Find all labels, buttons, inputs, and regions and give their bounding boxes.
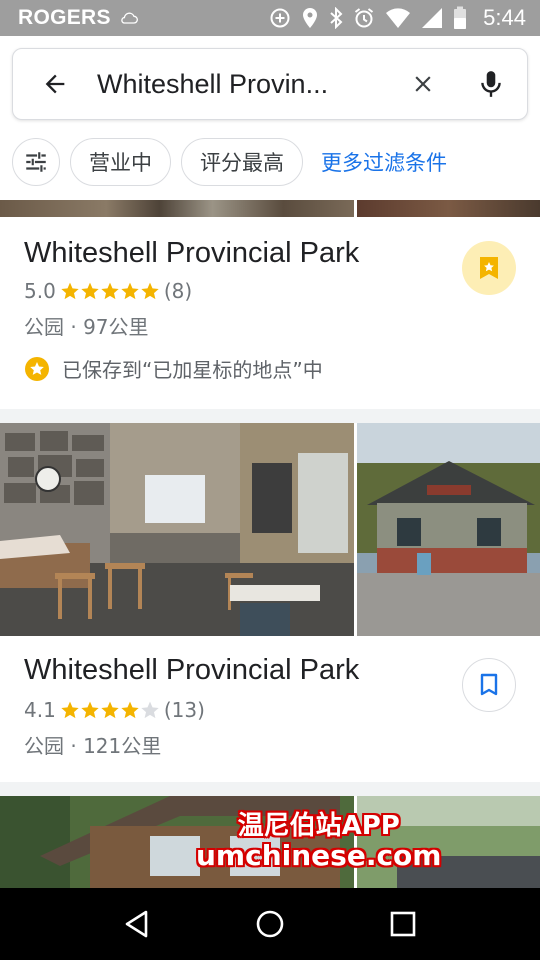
- card-divider: [0, 782, 540, 796]
- home-circle-icon: [256, 910, 284, 938]
- rating-row: 4.1 (13): [24, 698, 205, 722]
- watermark-line2: umchinese.com: [196, 838, 442, 872]
- place-title[interactable]: Whiteshell Provincial Park: [24, 237, 359, 270]
- search-header: Whiteshell Provin... 营业中 评分最高 更多过滤条件: [0, 36, 540, 200]
- result-card[interactable]: Whiteshell Provincial Park 5.0 (8) 公园 · …: [0, 217, 540, 409]
- filter-chip-top-rated[interactable]: 评分最高: [181, 138, 303, 186]
- navigation-bar: [0, 888, 540, 960]
- bluetooth-icon: [330, 7, 343, 29]
- place-title[interactable]: Whiteshell Provincial Park: [24, 654, 359, 687]
- star-full-icon: [141, 282, 159, 300]
- filter-chips: 营业中 评分最高 更多过滤条件: [12, 138, 447, 186]
- category-distance: 公园 · 97公里: [24, 315, 149, 339]
- review-count: (13): [163, 698, 205, 722]
- back-button[interactable]: [13, 48, 97, 120]
- star-full-icon: [81, 282, 99, 300]
- result-photo[interactable]: [357, 200, 540, 217]
- clock: 5:44: [483, 5, 526, 30]
- result-photo-strip[interactable]: [0, 423, 540, 636]
- result-photo-interior[interactable]: [0, 423, 354, 636]
- star-full-icon: [61, 701, 79, 719]
- mic-icon: [481, 71, 501, 97]
- rating-value: 4.1: [24, 698, 56, 722]
- star-rating: [60, 281, 160, 301]
- sliders-icon: [26, 152, 46, 172]
- star-full-icon: [61, 282, 79, 300]
- starred-bookmark-icon: [480, 257, 498, 279]
- star-full-icon: [121, 282, 139, 300]
- star-empty-icon: [141, 701, 159, 719]
- saved-text: 已保存到“已加星标的地点”中: [62, 358, 323, 382]
- star-full-icon: [121, 701, 139, 719]
- nav-home-button[interactable]: [240, 894, 300, 954]
- photo-interior-image: [0, 423, 354, 636]
- star-full-icon: [101, 282, 119, 300]
- results-list[interactable]: Whiteshell Provincial Park 5.0 (8) 公园 · …: [0, 200, 540, 888]
- carrier-name: ROGERS: [18, 6, 111, 29]
- data-saver-icon: [270, 8, 290, 28]
- card-divider: [0, 409, 540, 423]
- watermark-line1: 温尼伯站APP: [237, 811, 400, 841]
- clear-search-button[interactable]: [391, 48, 455, 120]
- result-photo-strip-partial[interactable]: [0, 200, 540, 217]
- nav-recents-button[interactable]: [373, 894, 433, 954]
- rating-row: 5.0 (8): [24, 279, 192, 303]
- location-icon: [303, 8, 318, 28]
- rating-value: 5.0: [24, 279, 56, 303]
- search-input[interactable]: Whiteshell Provin...: [97, 69, 391, 100]
- cloud-icon: [121, 12, 138, 24]
- recents-square-icon: [391, 911, 416, 937]
- saved-star-button[interactable]: [462, 241, 516, 295]
- star-rating: [60, 700, 160, 720]
- photo-cabin-image: [357, 423, 540, 636]
- back-triangle-icon: [125, 910, 147, 938]
- signal-icon: [422, 8, 443, 28]
- arrow-left-icon: [45, 74, 65, 94]
- alarm-icon: [355, 8, 374, 28]
- result-card[interactable]: Whiteshell Provincial Park 4.1 (13) 公园 ·…: [0, 636, 540, 782]
- save-place-button[interactable]: [462, 658, 516, 712]
- review-count: (8): [163, 279, 193, 303]
- filter-settings-button[interactable]: [12, 138, 60, 186]
- result-photo[interactable]: [0, 200, 354, 217]
- more-filters-link[interactable]: 更多过滤条件: [321, 147, 447, 177]
- filter-chip-open-now[interactable]: 营业中: [70, 138, 171, 186]
- close-icon: [415, 76, 431, 92]
- wifi-icon: [386, 8, 411, 28]
- saved-list-indicator: 已保存到“已加星标的地点”中: [24, 354, 323, 383]
- watermark: 温尼伯站APP umchinese.com: [196, 812, 441, 871]
- star-circle-icon: [25, 356, 49, 381]
- search-box[interactable]: Whiteshell Provin...: [12, 48, 528, 120]
- star-full-icon: [81, 701, 99, 719]
- status-bar: ROGERS 5:44: [0, 0, 540, 36]
- battery-icon: [454, 6, 467, 29]
- result-photo-cabin[interactable]: [357, 423, 540, 636]
- voice-search-button[interactable]: [455, 48, 527, 120]
- nav-back-button[interactable]: [107, 894, 167, 954]
- star-full-icon: [101, 701, 119, 719]
- bookmark-icon: [480, 673, 498, 696]
- category-distance: 公园 · 121公里: [24, 734, 162, 758]
